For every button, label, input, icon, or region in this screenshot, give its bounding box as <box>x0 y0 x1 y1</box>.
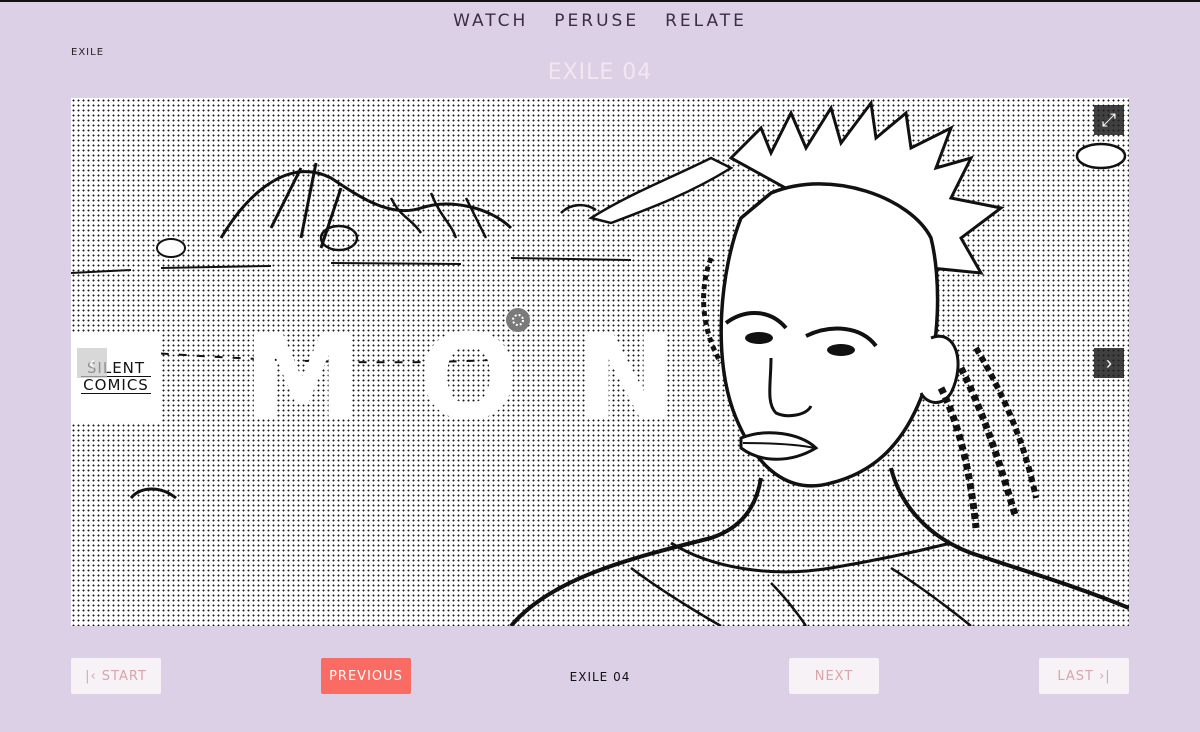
prev-slide-arrow-icon[interactable]: ‹ <box>77 348 107 378</box>
nav-watch[interactable]: WATCH <box>453 11 528 31</box>
current-page-label: EXILE 04 <box>569 670 631 684</box>
logo-line-2: COMICS <box>81 376 151 394</box>
previous-button[interactable]: PREVIOUS <box>321 658 411 694</box>
overlay-title-text: MON <box>243 308 734 446</box>
start-button[interactable]: |‹ START <box>71 658 161 694</box>
top-border <box>0 0 1200 2</box>
next-button[interactable]: NEXT <box>789 658 879 694</box>
last-button[interactable]: LAST ›| <box>1039 658 1129 694</box>
page-title: EXILE 04 <box>547 60 653 85</box>
loading-spinner-icon <box>506 308 530 332</box>
main-nav: WATCH PERUSE RELATE <box>0 11 1200 31</box>
next-slide-arrow-icon[interactable]: › <box>1094 348 1124 378</box>
nav-peruse[interactable]: PERUSE <box>554 11 639 31</box>
fullscreen-expand-icon[interactable]: ⤢ <box>1094 105 1124 135</box>
breadcrumb[interactable]: EXILE <box>71 47 104 58</box>
comic-viewer[interactable]: MON SILENT COMICS ‹ › ⤢ <box>71 98 1129 626</box>
nav-relate[interactable]: RELATE <box>665 11 747 31</box>
